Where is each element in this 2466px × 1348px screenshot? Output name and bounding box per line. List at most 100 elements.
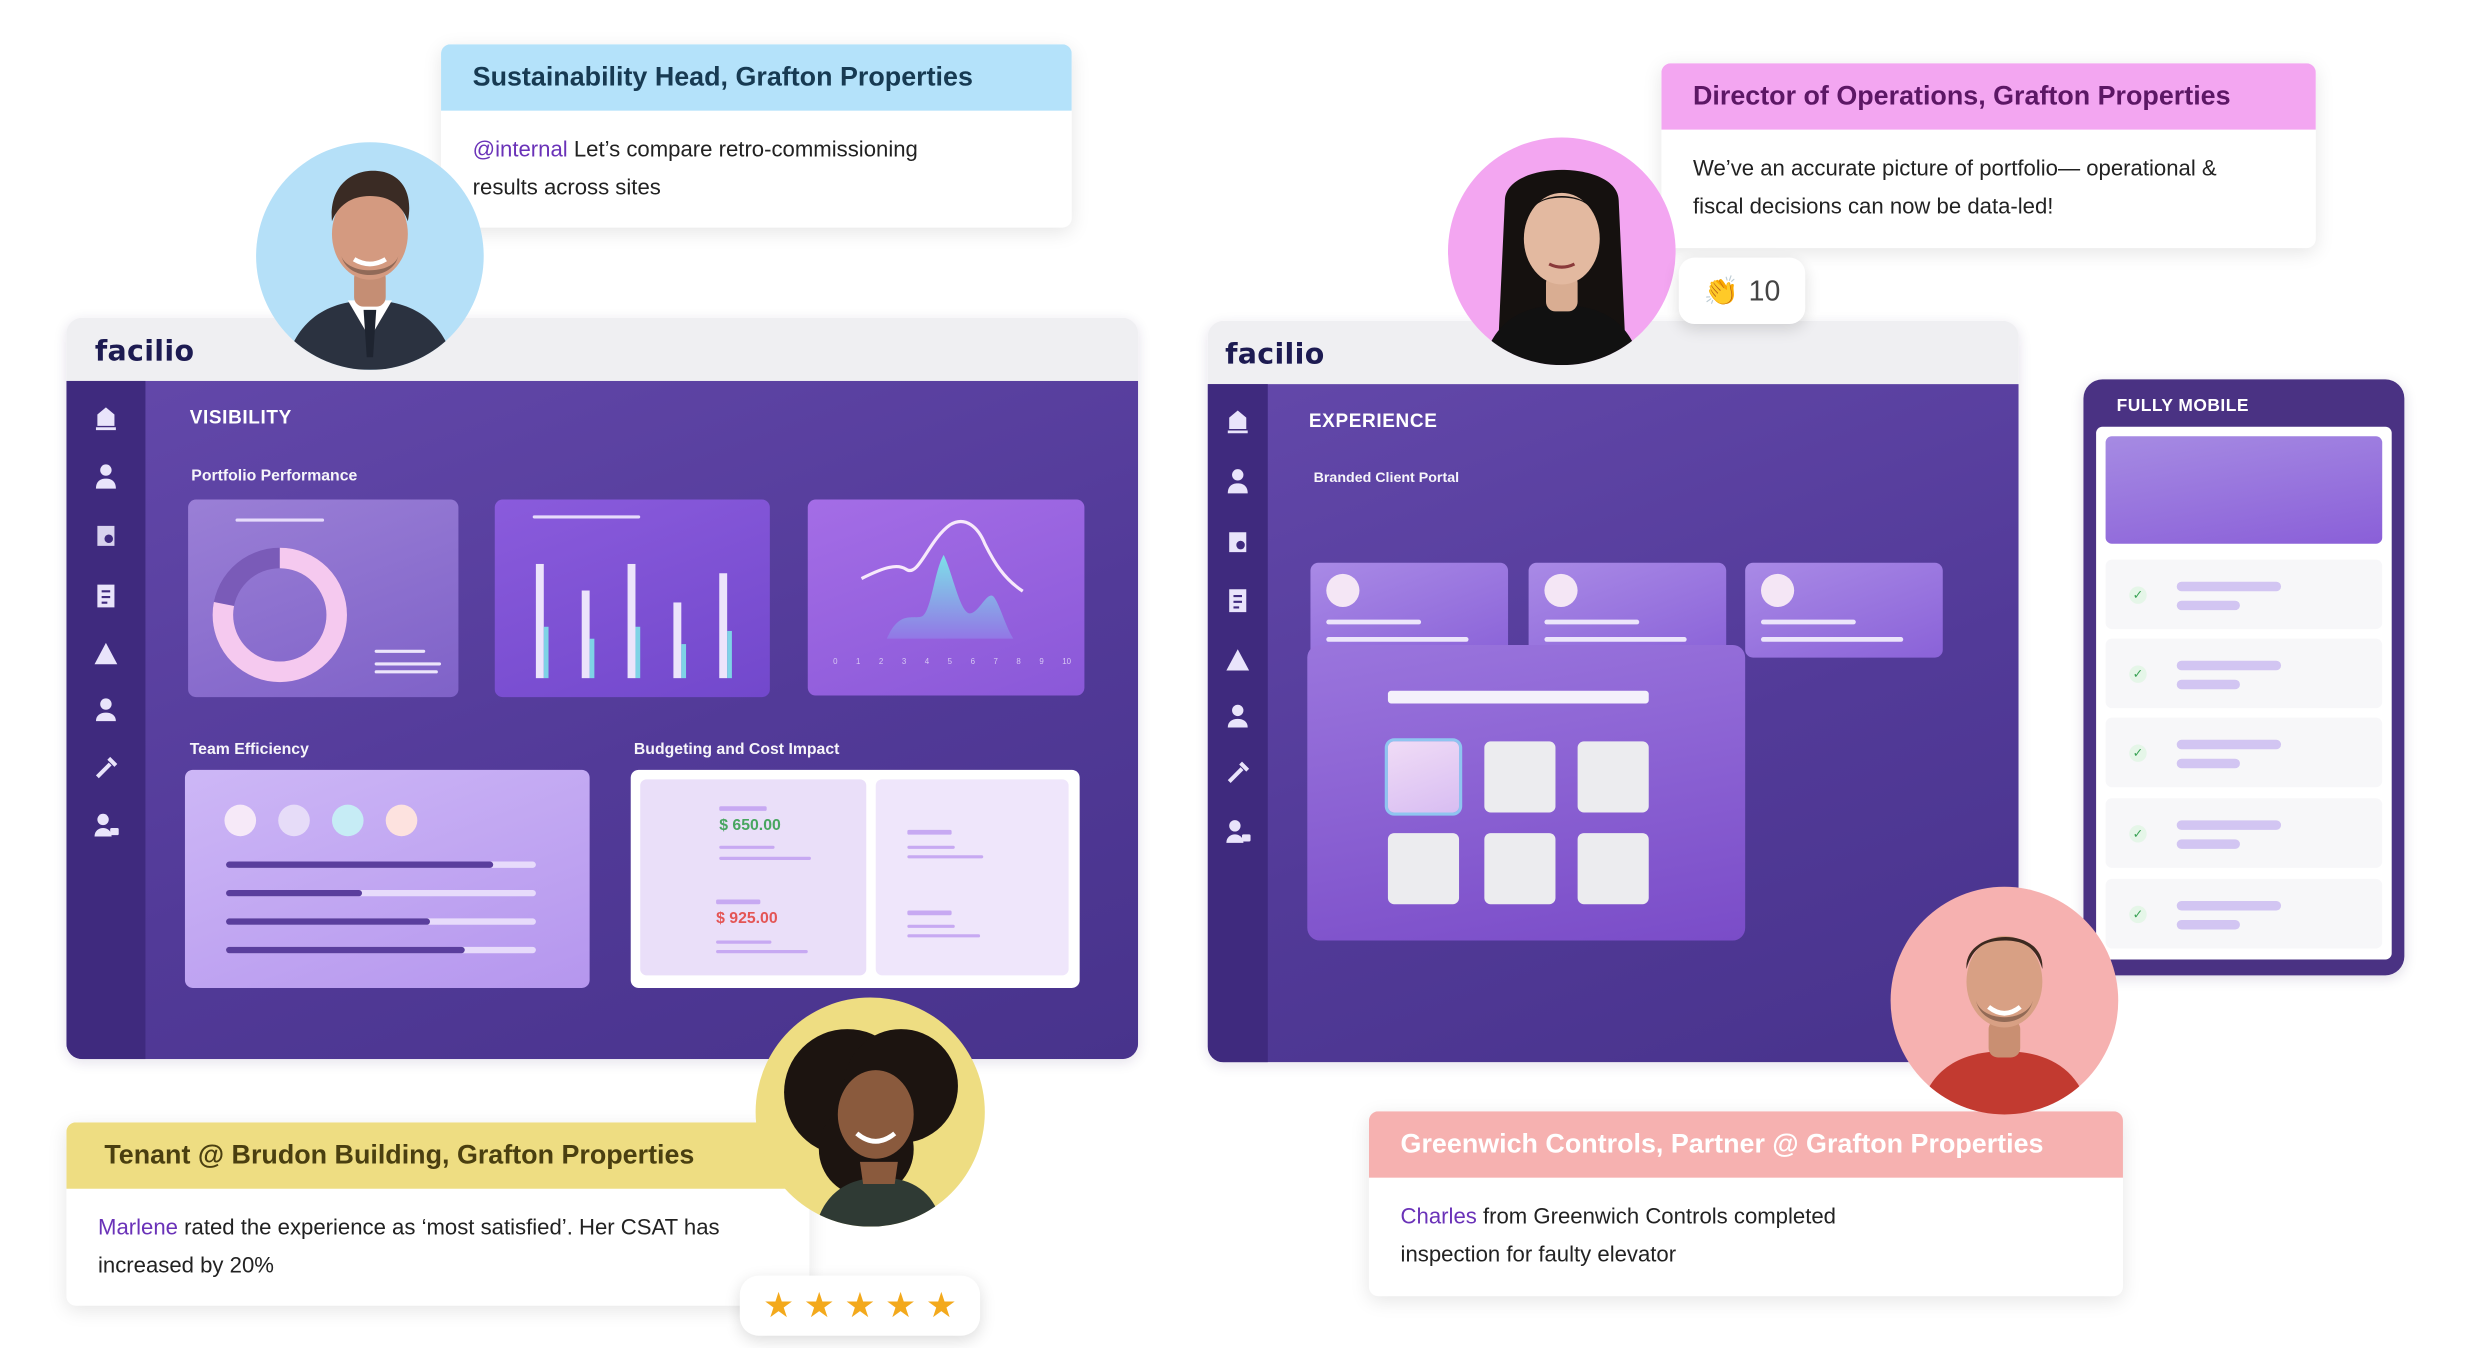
user-icon[interactable]: [1222, 700, 1254, 732]
section-title: VISIBILITY: [189, 406, 292, 429]
bar-shadow: [681, 644, 687, 679]
user-icon[interactable]: [90, 694, 122, 726]
progress-fill: [226, 946, 465, 954]
mobile-hero: [2105, 436, 2383, 544]
tile[interactable]: [1484, 741, 1556, 813]
testimonial-body: Marlene rated the experience as ‘most sa…: [66, 1189, 809, 1284]
rating-badge: ★ ★ ★ ★ ★: [739, 1275, 981, 1336]
building-icon[interactable]: [1222, 405, 1254, 437]
visitor-icon[interactable]: [1222, 816, 1254, 848]
avatar-sustainability-head: [256, 142, 484, 370]
line: [907, 829, 952, 835]
budget-panel-right: [875, 779, 1069, 976]
visitor-icon[interactable]: [90, 809, 122, 841]
axis-tick-label: 5: [947, 657, 953, 668]
team-member-dot: [385, 804, 418, 837]
bar: [581, 590, 590, 679]
axis-tick-label: 2: [878, 657, 884, 668]
mention-tag[interactable]: @internal: [473, 136, 568, 161]
axis-tick-label: 6: [970, 657, 975, 668]
axis-tick-label: 1: [855, 657, 861, 668]
check-icon: ✓: [2129, 825, 2147, 843]
clap-icon: 👏: [1703, 274, 1740, 306]
portal-card[interactable]: [1528, 562, 1727, 658]
progress-bar: [226, 946, 536, 954]
mobile-list-item[interactable]: ✓: [2105, 717, 2383, 788]
avatar-director: [1447, 137, 1676, 366]
testimonial-heading: Sustainability Head, Grafton Properties: [441, 44, 1072, 111]
portal-card[interactable]: [1310, 562, 1509, 658]
mobile-list-item[interactable]: ✓: [2105, 638, 2383, 709]
bar-shadow: [727, 630, 732, 679]
axis-tick-label: 8: [1016, 657, 1021, 668]
reaction-count: 10: [1748, 274, 1781, 306]
bar: [627, 563, 636, 679]
inspection-icon[interactable]: [1222, 526, 1254, 558]
man-avatar: [284, 170, 456, 370]
area-axis: 0 1 2 3 4 5 6 7 8 9 10: [833, 657, 1071, 674]
technician-icon[interactable]: [1222, 465, 1254, 497]
tools-icon[interactable]: [1222, 757, 1254, 789]
tools-icon[interactable]: [90, 752, 122, 784]
budget-value-2: $ 925.00: [716, 910, 778, 928]
inspection-icon[interactable]: [90, 520, 122, 552]
donut-chart-card: [188, 499, 459, 698]
woman-avatar: [1482, 169, 1641, 366]
person-name[interactable]: Charles: [1401, 1203, 1477, 1228]
director-testimonial: Director of Operations, Grafton Properti…: [1661, 63, 2316, 249]
testimonial-body: We’ve an accurate picture of portfolio— …: [1661, 130, 2315, 225]
progress-fill: [226, 861, 493, 868]
mobile-list-item[interactable]: ✓: [2105, 559, 2383, 630]
reaction-badge[interactable]: 👏 10: [1678, 257, 1806, 325]
asset-icon[interactable]: [1222, 643, 1254, 675]
tile[interactable]: [1484, 833, 1556, 905]
mobile-list-item[interactable]: ✓: [2105, 878, 2383, 949]
visibility-window: facilio VISIBILITY Portfolio Performance: [66, 317, 1139, 1060]
axis-tick-label: 7: [993, 657, 998, 668]
bar-chart-card: [494, 499, 770, 698]
card-title-line: [235, 518, 325, 522]
line: [719, 845, 775, 849]
label-line: [719, 806, 767, 811]
line: [907, 855, 984, 859]
star-icon: ★: [762, 1285, 795, 1325]
mobile-list-item[interactable]: ✓: [2105, 798, 2383, 868]
bar: [673, 602, 682, 679]
progress-bar: [226, 918, 536, 925]
sidebar-rail: [1207, 384, 1268, 1063]
legend-line: [374, 649, 426, 653]
tile-selected[interactable]: [1387, 741, 1460, 813]
tile[interactable]: [1577, 833, 1649, 905]
tile[interactable]: [1577, 741, 1649, 813]
portal-card[interactable]: [1745, 562, 1943, 658]
line: [716, 950, 808, 954]
checklist-icon[interactable]: [1222, 585, 1254, 617]
progress-bar: [226, 889, 536, 897]
check-icon: ✓: [2129, 586, 2147, 604]
line: [719, 856, 811, 860]
donut-chart: [212, 547, 347, 683]
line: [907, 910, 952, 916]
bar-chart: [535, 563, 732, 679]
star-icon: ★: [885, 1285, 917, 1325]
team-efficiency-card: [184, 769, 590, 988]
mobile-screen: ✓ ✓ ✓ ✓ ✓: [2096, 426, 2392, 960]
testimonial-heading: Tenant @ Brudon Building, Grafton Proper…: [66, 1122, 810, 1189]
testimonial-heading: Director of Operations, Grafton Properti…: [1661, 63, 2316, 130]
axis-tick-label: 0: [833, 657, 838, 668]
progress-fill: [226, 889, 363, 897]
asset-icon[interactable]: [90, 637, 122, 669]
testimonial-text: We’ve an accurate picture of portfolio— …: [1693, 154, 2217, 219]
budget-card: $ 650.00 $ 925.00: [630, 769, 1080, 988]
line: [907, 934, 981, 938]
technician-icon[interactable]: [90, 460, 122, 492]
star-rating: ★ ★ ★ ★ ★: [763, 1288, 957, 1323]
checklist-icon[interactable]: [90, 580, 122, 612]
person-name[interactable]: Marlene: [98, 1214, 178, 1239]
building-icon[interactable]: [90, 402, 122, 434]
portfolio-label: Portfolio Performance: [191, 467, 358, 486]
tile[interactable]: [1387, 833, 1460, 905]
legend-line: [374, 662, 442, 666]
star-icon: ★: [844, 1285, 876, 1325]
budget-panel-left: $ 650.00 $ 925.00: [640, 779, 867, 976]
